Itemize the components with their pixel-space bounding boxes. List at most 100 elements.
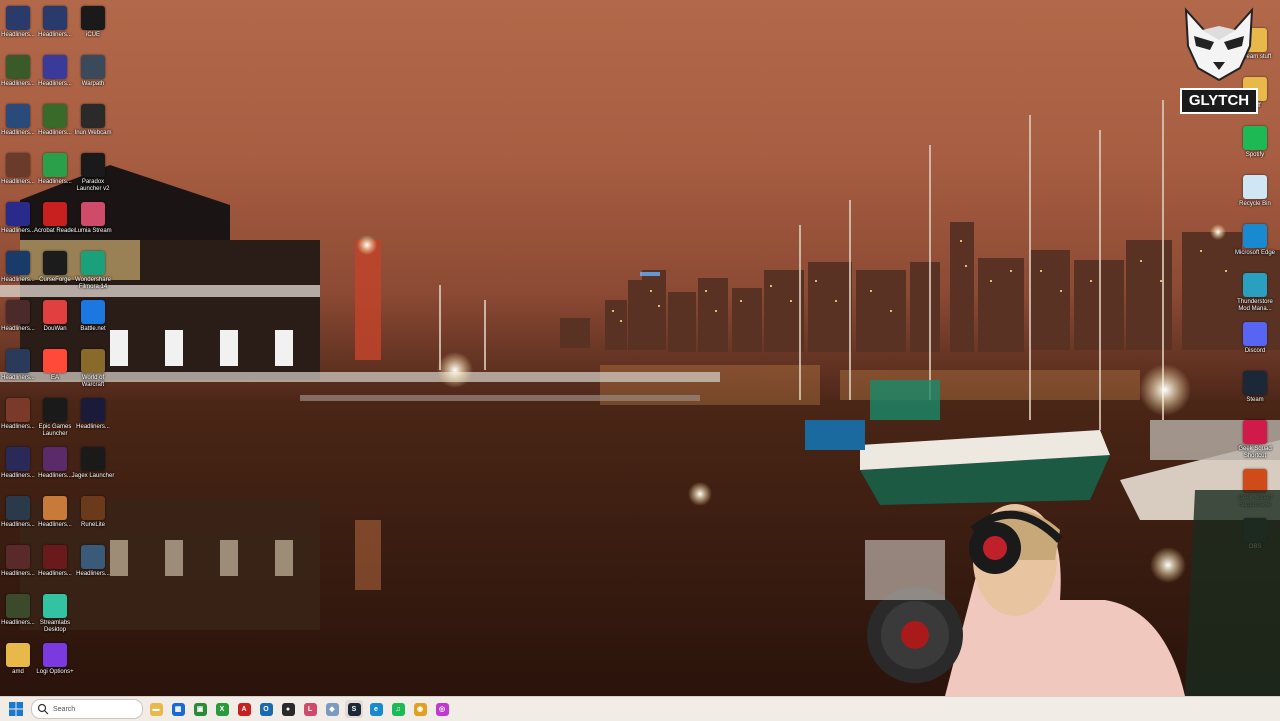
desktop-icon[interactable]: Discord [1233,322,1277,355]
desktop-icon-label: Streamlabs Desktop [39,620,71,633]
desktop-icon[interactable]: RuneLite [71,496,115,529]
desktop-icon-label: Headliners... [76,571,110,577]
outlook-icon[interactable]: O [257,700,275,718]
folder-icon [6,643,30,667]
desktop-icon[interactable]: Warpath [71,55,115,88]
store-icon-glyph: ▦ [171,702,185,716]
streamlabs-icon [43,594,67,618]
headliners-icon [6,545,30,569]
desktop-icon[interactable]: Wondershare Filmora 14 [71,251,115,291]
desktop-icon-label: Warpath [81,81,105,87]
headliners-icon [6,251,30,275]
headliners-icon [6,349,30,373]
acrobat-icon[interactable]: A [235,700,253,718]
desktop-icon[interactable]: Battle.net [71,300,115,333]
battlenet-icon [81,300,105,324]
desktop-icon[interactable]: Inun Webcam [71,104,115,137]
headliners-icon [6,55,30,79]
headliners-icon [6,447,30,471]
geek-squad-icon [1243,420,1267,444]
desktop-icon[interactable]: Spotify [1233,126,1277,159]
terminal-icon[interactable]: ▣ [191,700,209,718]
desktop-icon[interactable]: Paradox Launcher v2 [71,153,115,193]
obs-icon-glyph: ● [281,702,295,716]
terminal-icon-glyph: ▣ [193,702,207,716]
desktop-icon[interactable]: iCUE [71,6,115,39]
desktop-icon[interactable]: Thunderstore Mod Mana... [1233,273,1277,313]
headliners-icon [43,104,67,128]
headliners-icon [6,104,30,128]
chrome-icon[interactable]: ◉ [411,700,429,718]
streamlabs-icon[interactable]: ◎ [433,700,451,718]
headliners-icon [81,545,105,569]
desktop-icon[interactable]: Headliners... [71,545,115,578]
desktop-icon-label: Logi Options+ [36,669,74,675]
recycle-bin-icon [1243,175,1267,199]
file-explorer-icon[interactable]: ▬ [147,700,165,718]
taskbar-search-box[interactable]: Search [31,699,143,719]
desktop-icon-label: World of Warcraft [81,375,105,388]
desktop-icon[interactable]: Headliners... [71,398,115,431]
edge-icon [1243,224,1267,248]
headliners-icon [6,6,30,30]
lumia-stream-icon-glyph: L [303,702,317,716]
desktop-icon[interactable]: Steam [1233,371,1277,404]
ea-icon [43,349,67,373]
desktop-icon[interactable]: World of Warcraft [71,349,115,389]
spotify-icon [1243,126,1267,150]
paradox-icon [81,153,105,177]
desktop-icon[interactable]: Geek Squad Shortcut [1233,420,1277,460]
desktop-icon-label: Headliners... [76,424,110,430]
desktop-icon[interactable]: Recycle Bin [1233,175,1277,208]
filmora-icon [81,251,105,275]
store-icon[interactable]: ▦ [169,700,187,718]
desktop-icon-label: Recycle Bin [1239,201,1271,207]
headliners-icon [43,545,67,569]
warpath-icon [81,55,105,79]
headliners-icon [43,447,67,471]
desktop-icon[interactable]: Jagex Launcher [71,447,115,480]
desktop-icon-label: Jagex Launcher [71,473,115,479]
chrome-icon-glyph: ◉ [413,702,427,716]
desktop-icon-label: Wondershare Filmora 14 [75,277,111,290]
headliners-icon [43,496,67,520]
xbox-icon[interactable]: X [213,700,231,718]
desktop-icon-label: Paradox Launcher v2 [76,179,110,192]
edge-icon-glyph: e [369,702,383,716]
desktop-icon[interactable]: Streamlabs Desktop [33,594,77,634]
headliners-icon [6,300,30,324]
desktop-icon-label: iCUE [85,32,100,38]
desktop-icon-label: Geek Squad Shortcut [1238,446,1272,459]
acrobat-icon [43,202,67,226]
curseforge-icon [43,251,67,275]
jagex-icon [81,447,105,471]
douwan-icon [43,300,67,324]
headliners-icon [43,55,67,79]
spotify-icon[interactable]: ♫ [389,700,407,718]
desktop-icon-label: Lumia Stream [74,228,112,234]
headliners-icon [43,153,67,177]
headliners-icon [81,398,105,422]
desktop-icon[interactable]: Microsoft Edge [1233,224,1277,257]
runelite-icon [81,496,105,520]
network-icon[interactable]: ◆ [323,700,341,718]
desktop-icon[interactable]: Logi Options+ [33,643,77,676]
taskbar: Search ▬ ▦ ▣ X A O ● L ◆ Se ♫ ◉ ◎ [0,696,1280,721]
file-explorer-icon-glyph: ▬ [149,702,163,716]
lumia-stream-icon [81,202,105,226]
obs-icon[interactable]: ● [279,700,297,718]
desktop-icon[interactable]: Lumia Stream [71,202,115,235]
lumia-stream-icon[interactable]: L [301,700,319,718]
discord-icon [1243,322,1267,346]
desktop-icon-label: Inun Webcam [74,130,112,136]
desktop-icon-label: Microsoft Edge [1234,250,1276,256]
epic-games-icon [43,398,67,422]
icue-icon [81,6,105,30]
wow-icon [81,349,105,373]
headliners-icon [6,398,30,422]
desktop-icon-label: Thunderstore Mod Mana... [1237,299,1273,312]
edge-icon[interactable]: e [367,700,385,718]
xbox-icon-glyph: X [215,702,229,716]
start-button[interactable] [7,700,25,718]
steam-icon[interactable]: S [345,700,363,718]
